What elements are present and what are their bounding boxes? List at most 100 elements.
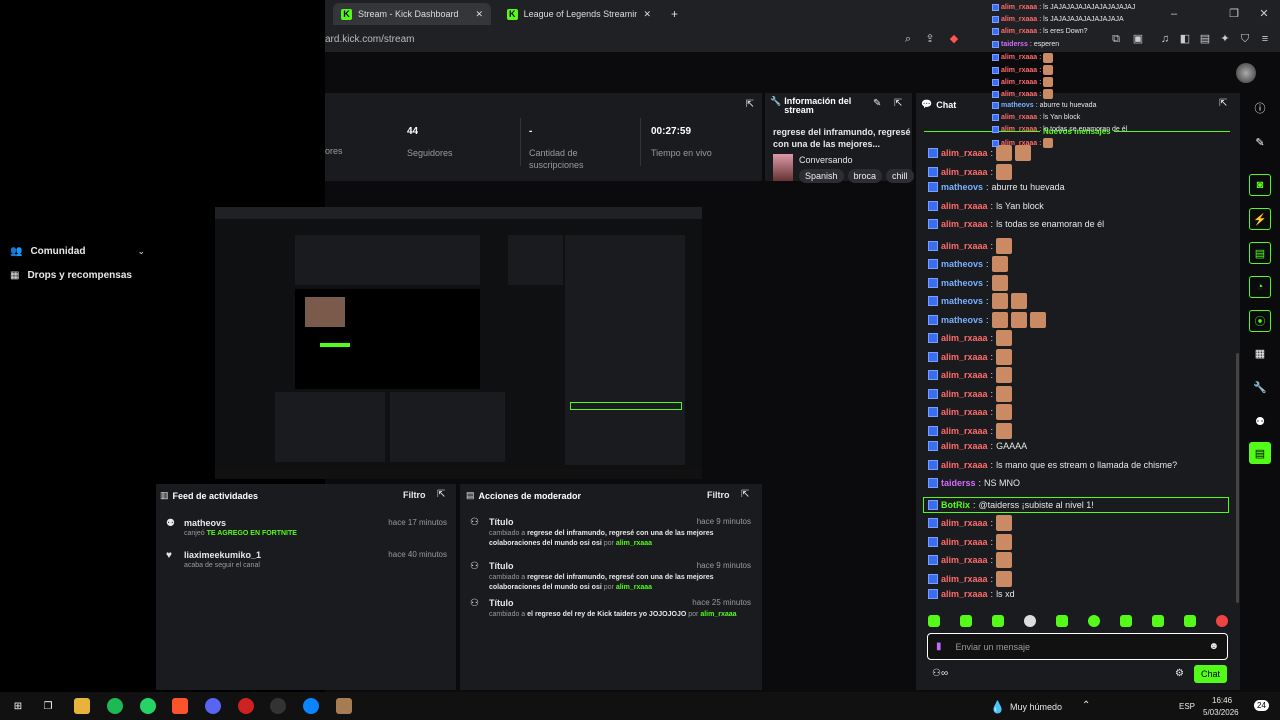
chat-username[interactable]: alim_rxaaa xyxy=(941,219,988,229)
gear-icon[interactable]: ⚙ xyxy=(1175,668,1184,679)
sidebar-item-drops[interactable]: ▦ Drops y recompensas xyxy=(10,270,132,281)
edit-icon[interactable]: ✎ xyxy=(1249,131,1271,153)
chat-username[interactable]: alim_rxaaa xyxy=(941,537,988,547)
emote-icon[interactable] xyxy=(1056,615,1068,627)
window-close-icon[interactable]: ✕ xyxy=(1258,8,1270,20)
emote-icon[interactable] xyxy=(1120,615,1132,627)
chat-username[interactable]: alim_rxaaa xyxy=(941,148,988,158)
chat-username[interactable]: alim_rxaaa xyxy=(941,441,988,451)
tag-pill[interactable]: Spanish xyxy=(799,169,844,183)
chat-username[interactable]: alim_rxaaa xyxy=(941,518,988,528)
whatsapp-icon[interactable] xyxy=(140,698,156,714)
wrench-icon[interactable]: 🔧 xyxy=(1249,376,1271,398)
task-view-icon[interactable]: ❐ xyxy=(40,698,56,714)
tab-kick-dashboard[interactable]: K Stream - Kick Dashboard ✕ xyxy=(333,3,491,25)
brave-shield-icon[interactable]: ◆ xyxy=(948,33,960,45)
url-bar[interactable]: ard.kick.com/stream xyxy=(325,34,414,56)
brave-icon[interactable] xyxy=(172,698,188,714)
lightning-icon[interactable]: ⚡ xyxy=(1249,208,1271,230)
tag-pill[interactable]: broca xyxy=(847,169,883,183)
chat-username[interactable]: BotRix xyxy=(941,500,970,510)
clock-time[interactable]: 16:46 xyxy=(1212,696,1232,705)
popout-icon[interactable]: ⇱ xyxy=(1219,98,1227,109)
extensions-icon[interactable]: ⧉ xyxy=(1110,33,1122,45)
emote-icon[interactable] xyxy=(992,615,1004,627)
chat-username[interactable]: alim_rxaaa xyxy=(941,460,988,470)
chat-username[interactable]: alim_rxaaa xyxy=(941,555,988,565)
ai-icon[interactable]: ✦ xyxy=(1219,33,1231,45)
wallet-icon[interactable]: ▣ xyxy=(1132,33,1144,45)
chat-username[interactable]: matheovs xyxy=(941,315,983,325)
chat-username[interactable]: alim_rxaaa xyxy=(941,333,988,343)
chat-username[interactable]: matheovs xyxy=(941,296,983,306)
tab-league-streaming[interactable]: K League of Legends Streaming - Live S ✕ xyxy=(499,3,659,25)
send-chat-button[interactable]: Chat xyxy=(1194,665,1227,683)
chat-username[interactable]: alim_rxaaa xyxy=(941,389,988,399)
chat-username[interactable]: alim_rxaaa xyxy=(941,426,988,436)
music-icon[interactable]: ♫ xyxy=(1159,33,1171,45)
popout-icon[interactable]: ⇱ xyxy=(437,489,445,500)
notes-icon[interactable]: ▤ xyxy=(1249,242,1271,264)
minecraft-icon[interactable] xyxy=(336,698,352,714)
spotify-icon[interactable] xyxy=(107,698,123,714)
chat-username[interactable]: taiderss xyxy=(941,478,976,488)
discord-icon[interactable] xyxy=(205,698,221,714)
emoji-icon[interactable]: ☻ xyxy=(1208,641,1219,652)
chat-username[interactable]: alim_rxaaa xyxy=(941,241,988,251)
file-explorer-icon[interactable] xyxy=(74,698,90,714)
wallet2-icon[interactable]: ▤ xyxy=(1199,33,1211,45)
chat-scrollbar[interactable] xyxy=(1236,353,1239,603)
mod-action-user[interactable]: alim_rxaaa xyxy=(616,540,652,547)
weather-text[interactable]: Muy húmedo xyxy=(1010,702,1062,712)
emote-icon[interactable] xyxy=(928,615,940,627)
chat-username[interactable]: alim_rxaaa xyxy=(941,201,988,211)
windows-start-icon[interactable]: ⊞ xyxy=(10,698,26,714)
chevron-up-icon[interactable]: ⌃ xyxy=(1082,700,1090,711)
sidebar-icon[interactable]: ◧ xyxy=(1179,33,1191,45)
app-icon[interactable] xyxy=(238,698,254,714)
chat-username[interactable]: alim_rxaaa xyxy=(941,589,988,599)
chat-username[interactable]: alim_rxaaa xyxy=(941,370,988,380)
vpn-icon[interactable]: ⛉ xyxy=(1239,33,1251,45)
edge-icon[interactable] xyxy=(303,698,319,714)
obs-icon[interactable] xyxy=(270,698,286,714)
mod-icon[interactable]: ▦ xyxy=(1249,342,1271,364)
emote-icon[interactable] xyxy=(1184,615,1196,627)
new-tab-button[interactable]: + xyxy=(663,3,686,25)
popout-icon[interactable]: ⇱ xyxy=(741,489,749,500)
sidebar-item-comunidad[interactable]: 👥 Comunidad ⌄ xyxy=(10,246,145,257)
emote-icon[interactable] xyxy=(1088,615,1100,627)
language-indicator[interactable]: ESP xyxy=(1179,702,1195,711)
users-icon[interactable]: ⚇∞ xyxy=(932,668,948,679)
close-icon[interactable]: ✕ xyxy=(475,9,483,20)
popout-icon[interactable]: ⇱ xyxy=(746,99,754,110)
edit-icon[interactable]: ✎ xyxy=(873,98,881,109)
chat-input[interactable]: ▮ Enviar un mensaje ☻ xyxy=(927,633,1228,660)
emote-icon[interactable] xyxy=(960,615,972,627)
avatar[interactable] xyxy=(1236,63,1256,83)
mod-action-user[interactable]: alim_rxaaa xyxy=(700,611,736,618)
info-icon[interactable]: ⓘ xyxy=(1249,97,1271,119)
filter-button[interactable]: Filtro xyxy=(707,490,730,500)
emote-icon[interactable] xyxy=(1216,615,1228,627)
chat-username[interactable]: alim_rxaaa xyxy=(941,352,988,362)
chat-username[interactable]: alim_rxaaa xyxy=(941,167,988,177)
popout-icon[interactable]: ⇱ xyxy=(894,98,902,109)
emote-icon[interactable] xyxy=(1024,615,1036,627)
filter-button[interactable]: Filtro xyxy=(403,490,426,500)
share-icon[interactable]: ⇪ xyxy=(924,33,936,45)
maximize-icon[interactable]: ❐ xyxy=(1228,8,1240,20)
close-icon[interactable]: ✕ xyxy=(643,9,651,20)
chat-username[interactable]: matheovs xyxy=(941,278,983,288)
broadcast-icon[interactable]: ⦿ xyxy=(1249,310,1271,332)
chat-icon[interactable]: ◔ xyxy=(1249,276,1271,298)
mod-action-user[interactable]: alim_rxaaa xyxy=(616,584,652,591)
camera-icon[interactable]: ◙ xyxy=(1249,174,1271,196)
search-icon[interactable]: ⌕ xyxy=(902,33,914,45)
chat-username[interactable]: alim_rxaaa xyxy=(941,574,988,584)
emote-icon[interactable] xyxy=(1152,615,1164,627)
chat-username[interactable]: matheovs xyxy=(941,182,983,192)
menu-icon[interactable]: ≡ xyxy=(1259,33,1271,45)
stats-icon[interactable]: ▤ xyxy=(1249,442,1271,464)
tag-pill[interactable]: chill xyxy=(886,169,914,183)
